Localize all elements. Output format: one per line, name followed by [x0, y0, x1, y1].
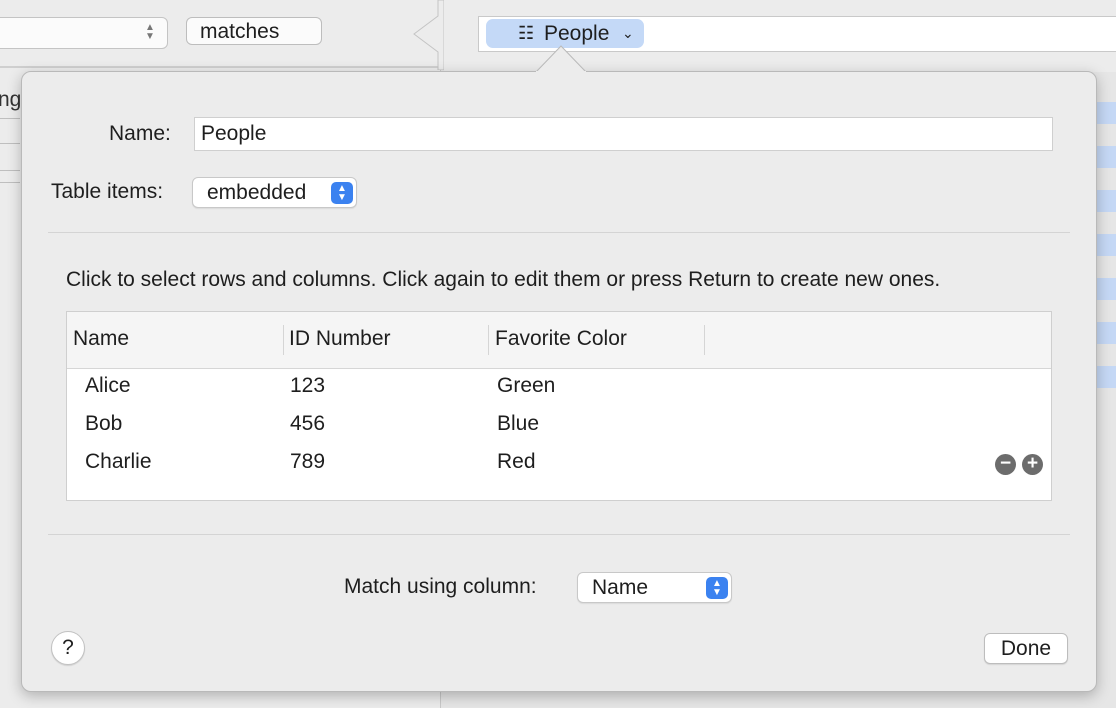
background-label: ng: [0, 88, 22, 111]
selected-row-highlight: [1094, 234, 1116, 256]
divider: [0, 182, 20, 183]
done-button[interactable]: Done: [984, 633, 1068, 664]
divider: [48, 232, 1070, 233]
cell-name[interactable]: Alice: [85, 374, 131, 398]
table-row[interactable]: Charlie 789 Red − +: [67, 445, 1051, 483]
cell-id-number[interactable]: 789: [290, 450, 325, 474]
cell-id-number[interactable]: 456: [290, 412, 325, 436]
cell-id-number[interactable]: 123: [290, 374, 325, 398]
name-field[interactable]: [194, 117, 1053, 151]
add-row-icon[interactable]: +: [1022, 454, 1043, 475]
column-header-favorite-color[interactable]: Favorite Color: [495, 327, 627, 351]
table-row[interactable]: Bob 456 Blue: [67, 407, 1051, 445]
divider: [0, 66, 440, 68]
column-header-id-number[interactable]: ID Number: [289, 327, 391, 351]
segment-arrow-shape: [413, 0, 444, 70]
column-divider[interactable]: [488, 325, 489, 355]
table-row[interactable]: Alice 123 Green: [67, 369, 1051, 407]
divider: [0, 170, 20, 171]
remove-row-icon[interactable]: −: [995, 454, 1016, 475]
selected-row-highlight: [1094, 366, 1116, 388]
cell-favorite-color[interactable]: Green: [497, 374, 555, 398]
table-items-value: embedded: [207, 181, 307, 204]
stepper-arrows-icon: ▲ ▼: [706, 577, 728, 599]
selected-row-highlight: [1094, 278, 1116, 300]
match-column-popup[interactable]: Name ▲ ▼: [577, 572, 732, 603]
cell-favorite-color[interactable]: Blue: [497, 412, 539, 436]
selected-row-highlight: [1094, 102, 1116, 124]
divider: [0, 143, 20, 144]
divider: [0, 118, 20, 119]
popover-arrow: [536, 45, 586, 74]
match-column-label: Match using column:: [344, 575, 537, 598]
table-items-label: Table items:: [51, 180, 164, 203]
help-button[interactable]: ?: [51, 631, 85, 665]
name-label: Name:: [109, 122, 171, 145]
column-divider[interactable]: [704, 325, 705, 355]
cell-favorite-color[interactable]: Red: [497, 450, 536, 474]
cell-name[interactable]: Charlie: [85, 450, 152, 474]
people-table[interactable]: Name ID Number Favorite Color Alice 123 …: [66, 311, 1052, 501]
selected-row-highlight: [1094, 322, 1116, 344]
selected-row-highlight: [1094, 190, 1116, 212]
table-icon: ☷: [518, 23, 535, 43]
selected-row-highlight: [1094, 146, 1116, 168]
predicate-popup-button[interactable]: matches: [186, 17, 322, 45]
background-popup-button[interactable]: ▲ ▼: [0, 17, 168, 49]
match-column-value: Name: [592, 576, 649, 599]
cell-name[interactable]: Bob: [85, 412, 122, 436]
stepper-arrows-icon: ▲ ▼: [145, 22, 155, 42]
table-header: Name ID Number Favorite Color: [67, 312, 1051, 369]
chevron-down-icon: ⌄: [622, 25, 634, 41]
column-header-name[interactable]: Name: [73, 327, 129, 351]
table-items-popup[interactable]: embedded ▲ ▼: [192, 177, 357, 208]
instructions-text: Click to select rows and columns. Click …: [66, 268, 941, 291]
divider: [48, 534, 1070, 535]
stepper-arrows-icon: ▲ ▼: [331, 182, 353, 204]
column-divider[interactable]: [283, 325, 284, 355]
